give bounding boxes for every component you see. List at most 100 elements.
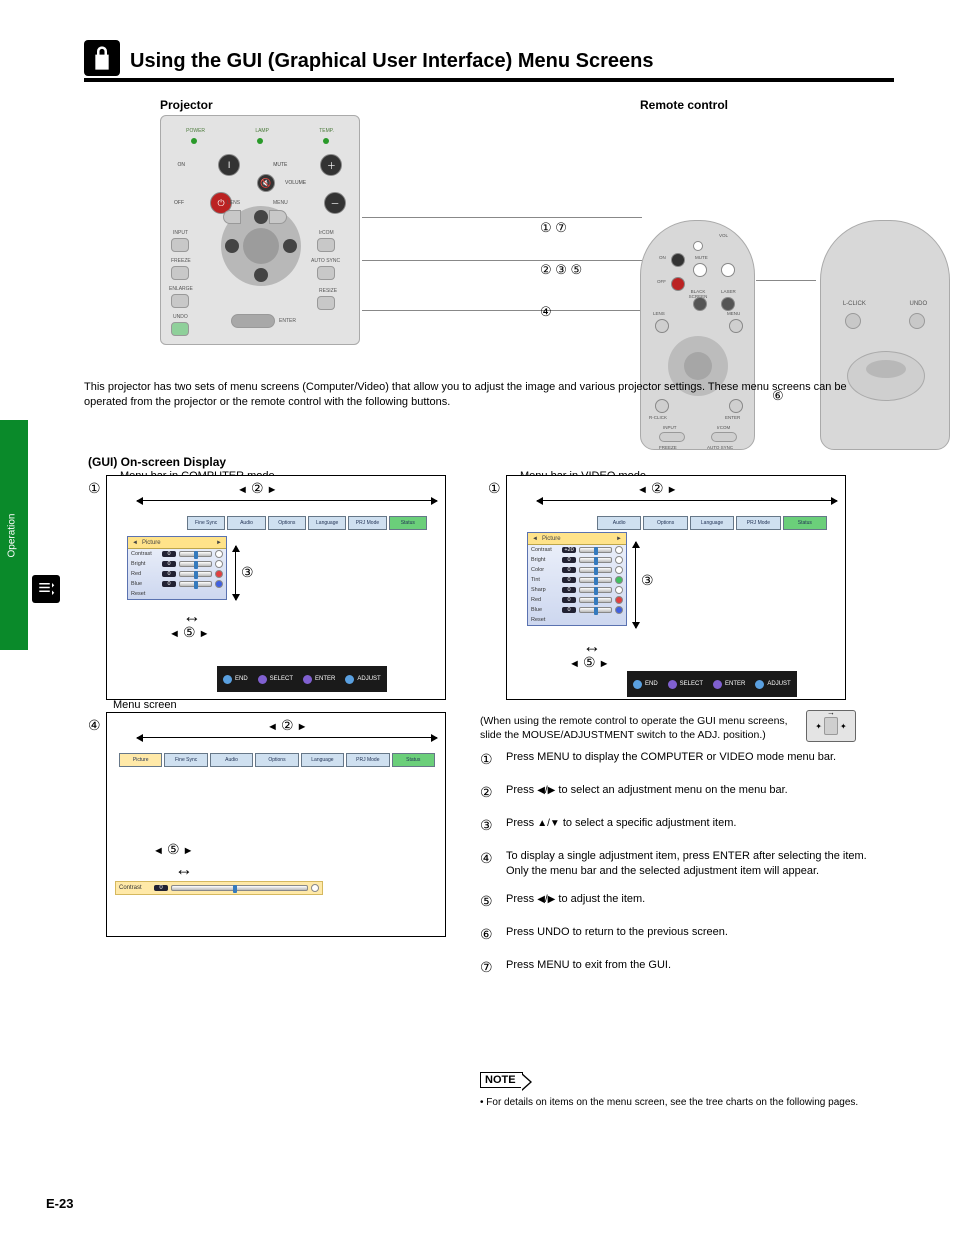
rb-lclick-button[interactable]: [845, 313, 861, 329]
status-power: POWER: [186, 128, 205, 134]
osd1-title: Picture: [142, 540, 161, 546]
vol-up-button[interactable]: ＋: [320, 154, 342, 176]
rf-label-laser: LASER: [721, 289, 736, 294]
osd-row-val: 0: [162, 551, 176, 557]
step7-num: ⑦: [480, 958, 498, 977]
rf-label-input: INPUT: [663, 425, 677, 430]
step7-text: Press MENU to exit from the GUI.: [506, 958, 880, 977]
rf-on[interactable]: [671, 253, 685, 267]
rf-label-mute: MUTE: [695, 255, 708, 260]
osd-row-name: Red: [531, 597, 559, 603]
hint-enter: ENTER: [315, 676, 335, 682]
autosync-button[interactable]: [317, 266, 335, 280]
label-ircom: IrCOM: [319, 230, 334, 236]
mt-options: Options: [255, 753, 298, 767]
osd-row-dot: [215, 550, 223, 558]
osd-row-dot: [615, 566, 623, 574]
osd-row-slider: [179, 551, 212, 557]
mt-prj: PRJ Mode: [346, 753, 389, 767]
rb-undo-button[interactable]: [909, 313, 925, 329]
osd-row-slider: [179, 581, 212, 587]
gui-caption-left: (GUI) On-screen Display: [88, 455, 226, 469]
osd-row-val: +20: [562, 547, 576, 553]
gui3-label: Menu screen: [113, 699, 177, 711]
undo-button[interactable]: [171, 322, 189, 336]
step5-num: ⑤: [480, 892, 498, 911]
mouse-adj-switch-icon: ✦✦: [806, 710, 856, 742]
osd-row-slider: [579, 607, 612, 613]
strip-val: 0: [154, 885, 168, 891]
label-mute: MUTE: [273, 162, 287, 168]
rf-vol-up[interactable]: [693, 241, 703, 251]
rf-blackscreen[interactable]: [693, 297, 707, 311]
gui2-circ3: ③: [641, 572, 654, 589]
callout-1-7: ① ⑦: [540, 220, 600, 236]
on-led-button[interactable]: I: [218, 154, 240, 176]
mt-audio: Audio: [210, 753, 253, 767]
vt-lang: Language: [690, 516, 734, 530]
sidebar-operation: Operation: [0, 420, 28, 650]
ircom-button[interactable]: [317, 238, 335, 252]
status-lamp: LAMP: [255, 128, 269, 134]
menu-button[interactable]: [269, 210, 287, 224]
osd-row-name: Contrast: [131, 551, 159, 557]
strip-slider: [171, 885, 308, 891]
osd-row-val: 0: [162, 571, 176, 577]
label-on: ON: [178, 162, 186, 168]
projector-panel: POWER LAMP TEMP. ON I MUTE ＋ 🔇 VOLUME OF…: [160, 115, 360, 345]
osd-row-slider: [579, 587, 612, 593]
hint-end: END: [235, 676, 248, 682]
rf-mute[interactable]: [693, 263, 707, 277]
remote-front: VOL ON MUTE OFF BLACK SCREEN LASER LENS …: [640, 220, 755, 450]
gui3-bidir: ↔: [175, 859, 193, 880]
input-button[interactable]: [171, 238, 189, 252]
rf-laser[interactable]: [721, 297, 735, 311]
enlarge-button[interactable]: [171, 294, 189, 308]
rf-label-autosync: AUTO SYNC: [707, 445, 733, 450]
rf-menu[interactable]: [729, 319, 743, 333]
lens-button[interactable]: [223, 210, 241, 224]
rb-label-lclick: L-CLICK: [843, 301, 866, 307]
step3-text: to select a specific adjustment item.: [560, 817, 737, 829]
osd-row-dot: [615, 546, 623, 554]
osd-row-slider: [179, 561, 212, 567]
heading-rule: [84, 78, 894, 82]
callout-4: ④: [540, 304, 600, 320]
gui-menuscreen-screenshot: Menu screen ◄ ② ► Picture Fine Sync Audi…: [106, 712, 446, 937]
hint2-end: END: [645, 681, 658, 687]
gui3-circ2: ◄ ② ►: [267, 717, 307, 734]
resize-button[interactable]: [317, 296, 335, 310]
vt-options: Options: [643, 516, 687, 530]
step6-num: ⑥: [480, 925, 498, 944]
osd-row-slider: [579, 547, 612, 553]
step1-num: ①: [480, 750, 498, 769]
strip-name: Contrast: [119, 885, 151, 891]
rf-label-ircom: IrCOM: [717, 425, 730, 430]
hint2-enter: ENTER: [725, 681, 745, 687]
gui1-circ5: ◄ ⑤ ►: [169, 624, 209, 641]
rf-vol-down[interactable]: [721, 263, 735, 277]
tab-options: Options: [268, 516, 306, 530]
step2-num: ②: [480, 783, 498, 802]
mute-button[interactable]: 🔇: [257, 174, 275, 192]
tab-lang: Language: [308, 516, 346, 530]
vt-audio: Audio: [597, 516, 641, 530]
step4-num: ④: [480, 849, 498, 879]
osd-row-slider: [579, 597, 612, 603]
osd-row-dot: [215, 580, 223, 588]
rf-lens[interactable]: [655, 319, 669, 333]
vol-down-button[interactable]: －: [324, 192, 346, 214]
rf-input[interactable]: [659, 432, 685, 442]
enter-button[interactable]: [231, 314, 275, 328]
osd-row-dot: [215, 570, 223, 578]
rf-ircom[interactable]: [711, 432, 737, 442]
label-off: OFF: [174, 200, 184, 206]
step4-text: To display a single adjustment item, pre…: [506, 849, 880, 879]
freeze-button[interactable]: [171, 266, 189, 280]
osd-row-name: Bright: [131, 561, 159, 567]
rf-label-menu: MENU: [727, 311, 740, 316]
gui1-circ2: ◄ ② ►: [237, 480, 277, 497]
osd-row-slider: [579, 577, 612, 583]
rf-label-vol: VOL: [719, 233, 728, 238]
key-icon: [84, 40, 120, 76]
